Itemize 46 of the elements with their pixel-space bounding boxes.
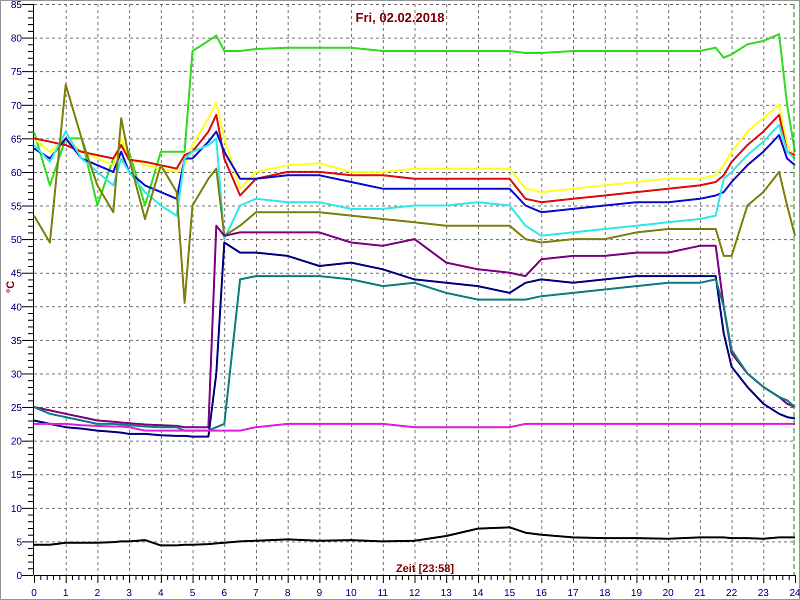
- tick-label: 6: [221, 588, 228, 599]
- axis-label: Zeit [23:58]: [396, 563, 454, 575]
- tick-label: 20: [662, 588, 674, 599]
- tick-label: 30: [10, 369, 22, 380]
- tick-label: 45: [10, 268, 22, 280]
- tick-label: 11: [378, 588, 388, 599]
- tick-label: 20: [10, 436, 22, 448]
- tick-label: 9: [316, 588, 322, 599]
- tick-label: 50: [10, 235, 22, 246]
- tick-label: 60: [10, 168, 22, 179]
- tick-label: 4: [158, 588, 164, 599]
- tick-label: 85: [10, 0, 22, 11]
- tick-label: 10: [346, 588, 357, 599]
- tick-label: 0: [16, 571, 22, 582]
- tick-label: 15: [504, 588, 516, 599]
- tick-label: 1: [62, 588, 68, 599]
- axis-label: °C: [5, 280, 17, 294]
- tick-label: 24: [789, 588, 800, 599]
- tick-label: 12: [408, 588, 420, 599]
- tick-label: 16: [536, 588, 547, 599]
- tick-label: 18: [599, 588, 610, 599]
- tick-label: 40: [10, 302, 22, 314]
- tick-label: 7: [253, 588, 259, 599]
- tick-label: 21: [694, 588, 706, 599]
- tick-label: 8: [284, 588, 290, 599]
- tick-label: 2: [94, 588, 100, 599]
- tick-label: 65: [10, 134, 22, 146]
- tick-label: 55: [10, 202, 22, 213]
- chart-title: Fri, 02.02.2018: [356, 10, 444, 25]
- tick-label: 5: [190, 588, 196, 599]
- tick-label: 13: [440, 588, 452, 599]
- tick-label: 19: [630, 588, 642, 599]
- tick-label: 70: [10, 100, 22, 112]
- tick-label: 5: [16, 537, 22, 548]
- tick-label: 22: [726, 588, 738, 599]
- tick-label: 17: [567, 588, 579, 599]
- tick-label: 25: [10, 403, 22, 414]
- tick-label: 23: [758, 588, 769, 599]
- tick-label: 14: [472, 588, 484, 599]
- tick-label: 80: [10, 34, 22, 45]
- tick-label: 10: [10, 504, 22, 515]
- tick-label: 15: [10, 470, 22, 482]
- tick-label: 35: [10, 336, 22, 347]
- tick-label: 0: [31, 588, 37, 599]
- tick-label: 75: [10, 67, 22, 78]
- tick-label: 3: [126, 588, 132, 599]
